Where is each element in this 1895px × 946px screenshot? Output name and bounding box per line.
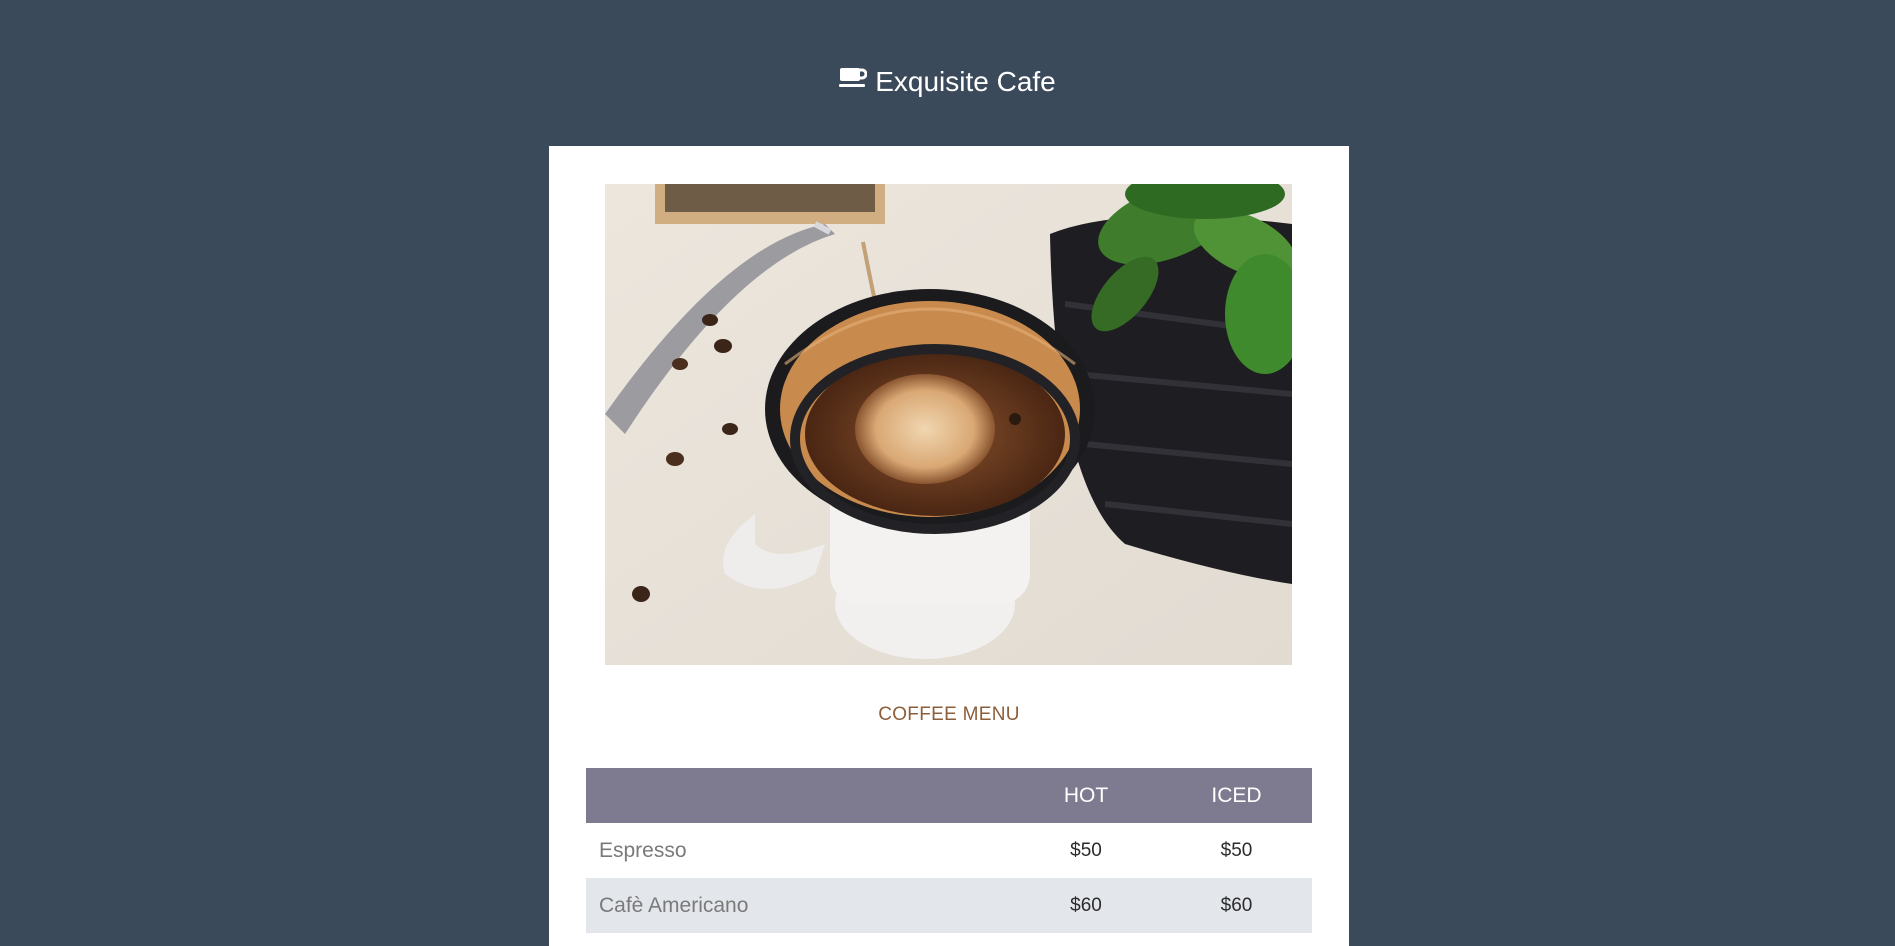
hot-price: $50 — [1070, 839, 1102, 861]
coffee-cup-icon — [839, 61, 868, 101]
site-header: Exquisite Cafe — [0, 62, 1895, 102]
item-name: Espresso — [599, 838, 687, 862]
hot-price: $60 — [1011, 878, 1161, 933]
column-header-hot: HOT — [1011, 768, 1161, 823]
column-header-item — [586, 768, 1011, 823]
coffee-menu-title: COFFEE MENU — [878, 704, 1020, 725]
coffee-menu-table: HOT ICED Espresso $50 $50 Cafè Americano… — [586, 768, 1312, 933]
table-row: Espresso $50 $50 — [586, 823, 1312, 878]
coffee-hero-image — [605, 184, 1292, 665]
iced-price: $50 — [1220, 839, 1253, 861]
site-title: Exquisite Cafe — [875, 66, 1056, 97]
item-name: Cafè Americano — [586, 878, 1011, 933]
table-header-row: HOT ICED — [586, 768, 1312, 823]
iced-price: $60 — [1161, 878, 1312, 933]
menu-card: COFFEE MENU HOT ICED Espresso $50 $50 Ca… — [549, 146, 1349, 946]
column-header-iced: ICED — [1161, 768, 1312, 823]
table-row: Cafè Americano $60 $60 — [586, 878, 1312, 933]
